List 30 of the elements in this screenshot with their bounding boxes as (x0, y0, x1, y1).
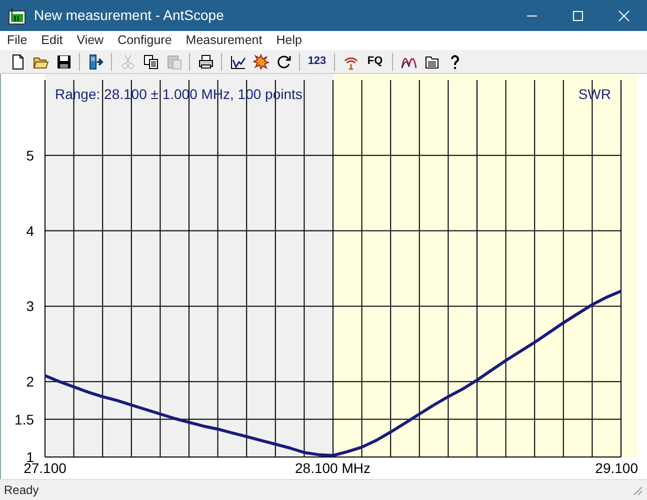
refresh-icon[interactable] (276, 54, 292, 70)
save-icon[interactable] (56, 54, 72, 70)
printer-icon[interactable] (198, 54, 214, 70)
menu-item[interactable]: Edit (34, 31, 70, 50)
menu-item[interactable]: File (0, 31, 34, 50)
frequency-button[interactable]: FQ (362, 50, 388, 72)
status-text: Ready (4, 482, 39, 499)
x-axis-label: 29.100 (595, 460, 638, 476)
app-icon (8, 6, 26, 24)
menu-item[interactable]: Help (269, 31, 309, 50)
y-axis-label: 1.5 (14, 411, 34, 428)
starburst-icon[interactable] (252, 54, 268, 70)
y-axis-label: 3 (26, 298, 34, 314)
list-icon[interactable] (424, 54, 440, 70)
maximize-icon[interactable] (572, 10, 584, 22)
menu-item[interactable]: Measurement (178, 31, 270, 50)
export-icon[interactable] (88, 54, 104, 70)
y-axis-label: 2 (26, 374, 34, 390)
numbers-button[interactable]: 123 (304, 50, 330, 72)
close-icon[interactable] (618, 10, 630, 22)
menu-item[interactable]: Configure (110, 31, 179, 50)
new-file-icon[interactable] (10, 54, 26, 70)
copy-icon[interactable] (142, 54, 158, 70)
y-axis-label: 4 (26, 222, 34, 239)
x-axis-label: 28.100 MHz (295, 460, 370, 476)
menu-item[interactable]: View (70, 31, 111, 50)
y-axis-label: 5 (26, 147, 34, 164)
window-title: New measurement - AntScope (34, 6, 225, 25)
line-graph-icon[interactable] (230, 54, 246, 70)
resize-grip-icon[interactable] (631, 484, 643, 496)
